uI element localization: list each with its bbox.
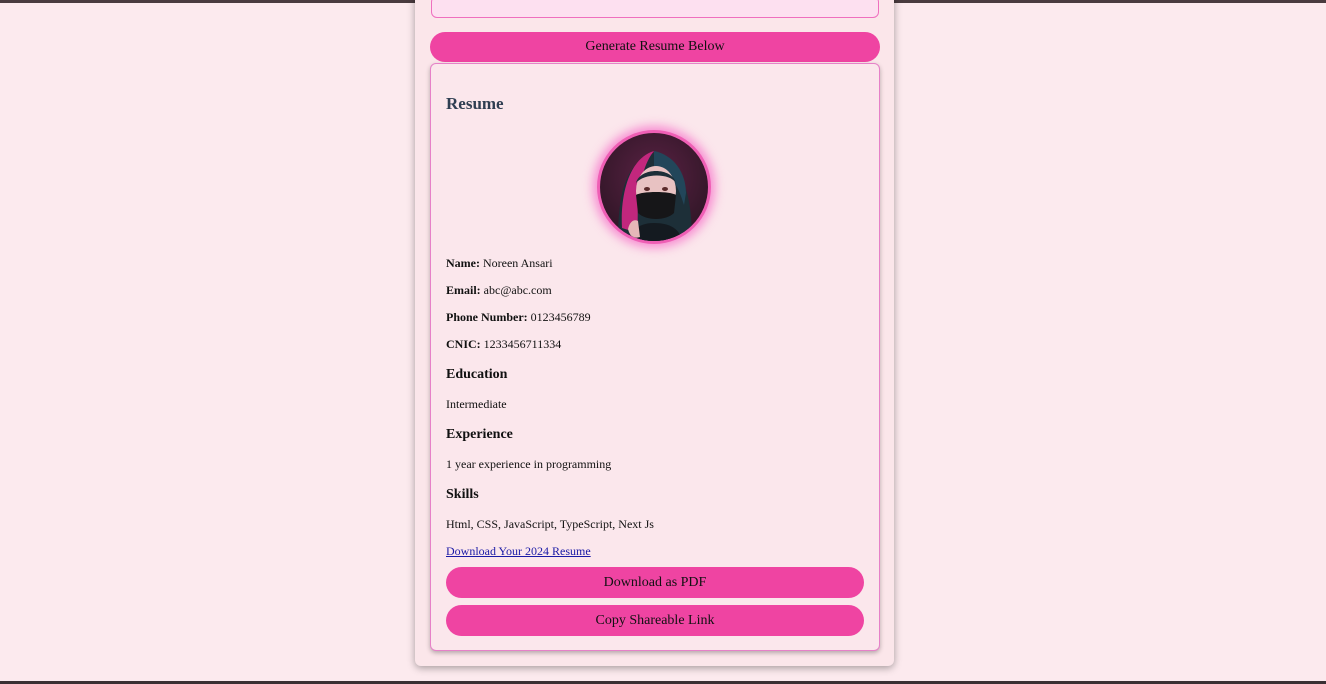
previous-form-section — [431, 0, 879, 18]
education-text: Intermediate — [446, 397, 507, 411]
resume-panel: Resume — [430, 63, 880, 651]
cnic-field: CNIC: 1233456711334 — [446, 337, 561, 352]
skills-text: Html, CSS, JavaScript, TypeScript, Next … — [446, 517, 654, 531]
email-value: abc@abc.com — [480, 283, 552, 297]
email-label: Email: — [446, 283, 481, 297]
skills-heading: Skills — [446, 487, 479, 502]
cnic-value: 1233456711334 — [480, 337, 562, 351]
download-resume-link[interactable]: Download Your 2024 Resume — [446, 544, 591, 559]
cnic-label: CNIC: — [446, 337, 481, 351]
download-pdf-button[interactable]: Download as PDF — [446, 567, 864, 598]
experience-heading: Experience — [446, 427, 513, 442]
phone-value: 0123456789 — [527, 310, 591, 324]
generate-resume-button[interactable]: Generate Resume Below — [430, 32, 880, 62]
resume-title: Resume — [446, 94, 504, 113]
education-heading: Education — [446, 367, 508, 382]
name-label: Name: — [446, 256, 480, 270]
copy-link-button[interactable]: Copy Shareable Link — [446, 605, 864, 636]
name-field: Name: Noreen Ansari — [446, 256, 553, 271]
phone-field: Phone Number: 0123456789 — [446, 310, 591, 325]
email-field: Email: abc@abc.com — [446, 283, 552, 298]
profile-photo — [600, 133, 708, 241]
name-value: Noreen Ansari — [479, 256, 553, 270]
phone-label: Phone Number: — [446, 310, 528, 324]
profile-picture-frame — [597, 130, 711, 244]
profile-photo-image — [600, 133, 708, 241]
experience-text: 1 year experience in programming — [446, 457, 612, 471]
